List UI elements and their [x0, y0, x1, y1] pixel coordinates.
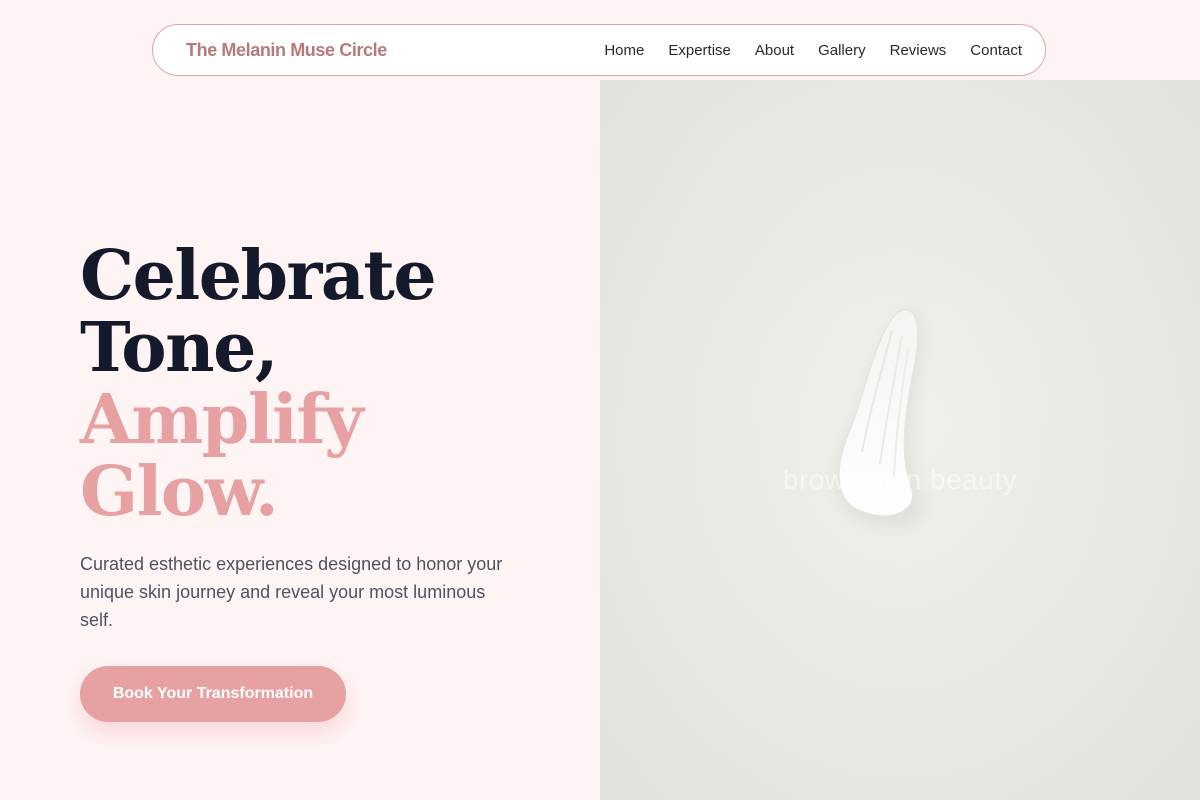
- headline-line-celebrate: Celebrate: [80, 236, 437, 316]
- image-watermark: brown skin beauty: [782, 464, 1018, 495]
- headline-line-glow: Glow.: [80, 452, 279, 532]
- nav-link-reviews[interactable]: Reviews: [890, 42, 947, 59]
- top-navigation: The Melanin Muse Circle Home Expertise A…: [152, 24, 1046, 76]
- brand-logo[interactable]: The Melanin Muse Circle: [186, 40, 387, 61]
- nav-link-home[interactable]: Home: [604, 42, 644, 59]
- nav-link-contact[interactable]: Contact: [970, 42, 1022, 59]
- nav-link-about[interactable]: About: [755, 42, 794, 59]
- headline-line-tone: Tone,: [80, 308, 279, 388]
- hero-headline: Celebrate Tone, Amplify Glow.: [80, 236, 437, 532]
- nav-links: Home Expertise About Gallery Reviews Con…: [604, 42, 1022, 59]
- hero-subtitle: Curated esthetic experiences designed to…: [80, 554, 503, 630]
- book-transformation-button[interactable]: Book Your Transformation: [80, 666, 346, 722]
- cream-swatch-illustration: [600, 80, 1200, 800]
- headline-line-amplify: Amplify: [80, 380, 364, 460]
- nav-link-gallery[interactable]: Gallery: [818, 42, 866, 59]
- nav-link-expertise[interactable]: Expertise: [668, 42, 731, 59]
- hero-image: brown skin beauty: [600, 80, 1200, 800]
